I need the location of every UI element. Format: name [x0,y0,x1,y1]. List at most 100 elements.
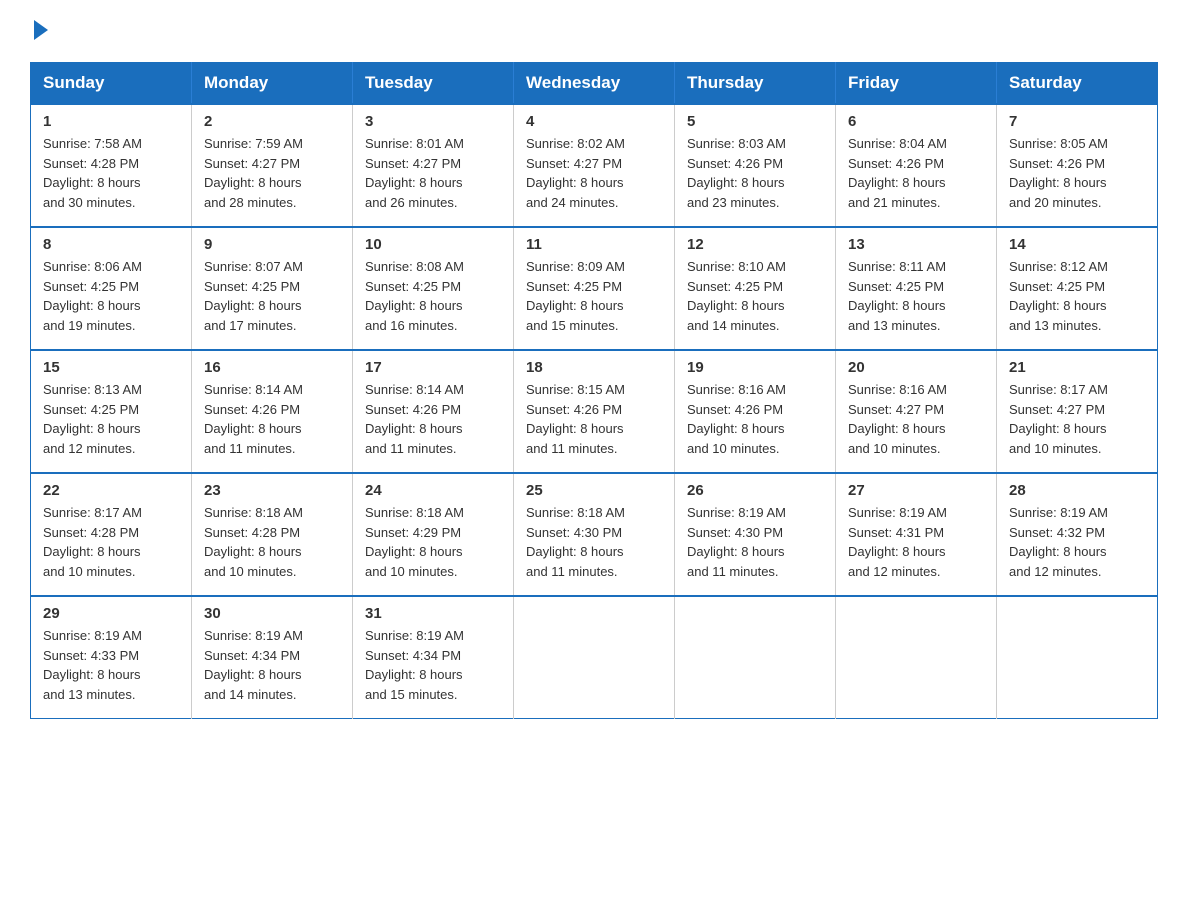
calendar-day-cell: 25 Sunrise: 8:18 AMSunset: 4:30 PMDayligh… [514,473,675,596]
day-number: 12 [687,236,823,253]
weekday-header-sunday: Sunday [31,63,192,105]
day-number: 28 [1009,482,1145,499]
day-info: Sunrise: 8:02 AMSunset: 4:27 PMDaylight:… [526,134,662,212]
calendar-week-row: 8 Sunrise: 8:06 AMSunset: 4:25 PMDaylight… [31,227,1158,350]
day-info: Sunrise: 8:18 AMSunset: 4:30 PMDaylight:… [526,503,662,581]
calendar-day-cell: 28 Sunrise: 8:19 AMSunset: 4:32 PMDayligh… [997,473,1158,596]
day-info: Sunrise: 8:09 AMSunset: 4:25 PMDaylight:… [526,257,662,335]
day-number: 13 [848,236,984,253]
day-number: 26 [687,482,823,499]
day-info: Sunrise: 8:19 AMSunset: 4:34 PMDaylight:… [204,626,340,704]
day-number: 31 [365,605,501,622]
day-info: Sunrise: 8:17 AMSunset: 4:28 PMDaylight:… [43,503,179,581]
day-number: 9 [204,236,340,253]
calendar-week-row: 1 Sunrise: 7:58 AMSunset: 4:28 PMDaylight… [31,104,1158,227]
day-info: Sunrise: 8:15 AMSunset: 4:26 PMDaylight:… [526,380,662,458]
day-info: Sunrise: 8:17 AMSunset: 4:27 PMDaylight:… [1009,380,1145,458]
day-number: 10 [365,236,501,253]
calendar-day-cell: 19Sunrise: 8:16 AMSunset: 4:26 PMDayligh… [675,350,836,473]
day-info: Sunrise: 8:13 AMSunset: 4:25 PMDaylight:… [43,380,179,458]
day-number: 1 [43,113,179,130]
calendar-table: SundayMondayTuesdayWednesdayThursdayFrid… [30,62,1158,719]
calendar-day-cell: 27 Sunrise: 8:19 AMSunset: 4:31 PMDayligh… [836,473,997,596]
weekday-header-saturday: Saturday [997,63,1158,105]
day-info: Sunrise: 8:12 AMSunset: 4:25 PMDaylight:… [1009,257,1145,335]
calendar-day-cell: 16 Sunrise: 8:14 AMSunset: 4:26 PMDayligh… [192,350,353,473]
weekday-header-friday: Friday [836,63,997,105]
calendar-day-cell: 12 Sunrise: 8:10 AMSunset: 4:25 PMDayligh… [675,227,836,350]
calendar-day-cell: 10 Sunrise: 8:08 AMSunset: 4:25 PMDayligh… [353,227,514,350]
day-info: Sunrise: 8:06 AMSunset: 4:25 PMDaylight:… [43,257,179,335]
empty-cell [675,596,836,719]
calendar-day-cell: 1 Sunrise: 7:58 AMSunset: 4:28 PMDaylight… [31,104,192,227]
day-info: Sunrise: 8:18 AMSunset: 4:29 PMDaylight:… [365,503,501,581]
day-number: 25 [526,482,662,499]
calendar-day-cell: 20 Sunrise: 8:16 AMSunset: 4:27 PMDayligh… [836,350,997,473]
calendar-day-cell: 8 Sunrise: 8:06 AMSunset: 4:25 PMDaylight… [31,227,192,350]
day-info: Sunrise: 8:14 AMSunset: 4:26 PMDaylight:… [204,380,340,458]
day-number: 23 [204,482,340,499]
day-info: Sunrise: 8:04 AMSunset: 4:26 PMDaylight:… [848,134,984,212]
day-info: Sunrise: 8:10 AMSunset: 4:25 PMDaylight:… [687,257,823,335]
day-number: 15 [43,359,179,376]
day-number: 4 [526,113,662,130]
day-number: 8 [43,236,179,253]
calendar-day-cell: 5 Sunrise: 8:03 AMSunset: 4:26 PMDaylight… [675,104,836,227]
day-number: 6 [848,113,984,130]
day-info: Sunrise: 8:11 AMSunset: 4:25 PMDaylight:… [848,257,984,335]
day-info: Sunrise: 8:08 AMSunset: 4:25 PMDaylight:… [365,257,501,335]
weekday-header-monday: Monday [192,63,353,105]
calendar-header-row: SundayMondayTuesdayWednesdayThursdayFrid… [31,63,1158,105]
calendar-day-cell: 26 Sunrise: 8:19 AMSunset: 4:30 PMDayligh… [675,473,836,596]
calendar-day-cell: 31Sunrise: 8:19 AMSunset: 4:34 PMDayligh… [353,596,514,719]
day-info: Sunrise: 8:19 AMSunset: 4:33 PMDaylight:… [43,626,179,704]
calendar-day-cell: 30 Sunrise: 8:19 AMSunset: 4:34 PMDayligh… [192,596,353,719]
day-info: Sunrise: 8:01 AMSunset: 4:27 PMDaylight:… [365,134,501,212]
day-number: 30 [204,605,340,622]
day-number: 19 [687,359,823,376]
calendar-day-cell: 9 Sunrise: 8:07 AMSunset: 4:25 PMDaylight… [192,227,353,350]
page-header [30,20,1158,42]
calendar-day-cell: 24 Sunrise: 8:18 AMSunset: 4:29 PMDayligh… [353,473,514,596]
calendar-day-cell: 22Sunrise: 8:17 AMSunset: 4:28 PMDayligh… [31,473,192,596]
day-info: Sunrise: 8:19 AMSunset: 4:32 PMDaylight:… [1009,503,1145,581]
day-number: 11 [526,236,662,253]
empty-cell [836,596,997,719]
day-number: 18 [526,359,662,376]
empty-cell [514,596,675,719]
calendar-day-cell: 29 Sunrise: 8:19 AMSunset: 4:33 PMDayligh… [31,596,192,719]
day-number: 17 [365,359,501,376]
day-number: 16 [204,359,340,376]
calendar-day-cell: 15 Sunrise: 8:13 AMSunset: 4:25 PMDayligh… [31,350,192,473]
day-info: Sunrise: 8:19 AMSunset: 4:31 PMDaylight:… [848,503,984,581]
day-number: 27 [848,482,984,499]
calendar-day-cell: 13 Sunrise: 8:11 AMSunset: 4:25 PMDayligh… [836,227,997,350]
calendar-day-cell: 18 Sunrise: 8:15 AMSunset: 4:26 PMDayligh… [514,350,675,473]
logo-arrow-icon [34,20,48,40]
day-info: Sunrise: 8:03 AMSunset: 4:26 PMDaylight:… [687,134,823,212]
calendar-day-cell: 17 Sunrise: 8:14 AMSunset: 4:26 PMDayligh… [353,350,514,473]
calendar-day-cell: 14 Sunrise: 8:12 AMSunset: 4:25 PMDayligh… [997,227,1158,350]
day-number: 24 [365,482,501,499]
weekday-header-wednesday: Wednesday [514,63,675,105]
calendar-day-cell: 21 Sunrise: 8:17 AMSunset: 4:27 PMDayligh… [997,350,1158,473]
calendar-day-cell: 11 Sunrise: 8:09 AMSunset: 4:25 PMDayligh… [514,227,675,350]
logo [30,20,48,42]
day-number: 5 [687,113,823,130]
day-info: Sunrise: 8:19 AMSunset: 4:30 PMDaylight:… [687,503,823,581]
calendar-day-cell: 7Sunrise: 8:05 AMSunset: 4:26 PMDaylight… [997,104,1158,227]
day-info: Sunrise: 7:58 AMSunset: 4:28 PMDaylight:… [43,134,179,212]
day-number: 14 [1009,236,1145,253]
calendar-day-cell: 2Sunrise: 7:59 AMSunset: 4:27 PMDaylight… [192,104,353,227]
day-info: Sunrise: 8:14 AMSunset: 4:26 PMDaylight:… [365,380,501,458]
day-number: 29 [43,605,179,622]
empty-cell [997,596,1158,719]
calendar-week-row: 29 Sunrise: 8:19 AMSunset: 4:33 PMDayligh… [31,596,1158,719]
day-info: Sunrise: 8:07 AMSunset: 4:25 PMDaylight:… [204,257,340,335]
day-number: 20 [848,359,984,376]
day-number: 21 [1009,359,1145,376]
day-number: 2 [204,113,340,130]
day-info: Sunrise: 8:16 AMSunset: 4:27 PMDaylight:… [848,380,984,458]
calendar-week-row: 22Sunrise: 8:17 AMSunset: 4:28 PMDayligh… [31,473,1158,596]
calendar-day-cell: 6 Sunrise: 8:04 AMSunset: 4:26 PMDaylight… [836,104,997,227]
